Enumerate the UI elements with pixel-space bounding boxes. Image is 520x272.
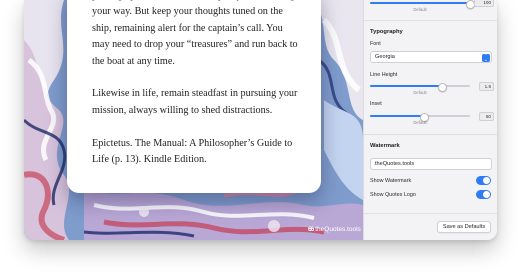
top-slider-reset[interactable]: Default <box>370 7 470 12</box>
watermark-text-input[interactable]: theQuotes.tools <box>370 158 492 170</box>
watermark-title: Watermark <box>370 143 400 149</box>
show-watermark-label: Show Watermark <box>370 178 412 184</box>
inset-slider-fill <box>370 115 424 117</box>
line-height-reset[interactable]: Default <box>370 90 470 95</box>
divider <box>364 20 497 21</box>
quote-attribution: Epictetus. The Manual: A Philosopher’s G… <box>92 137 293 166</box>
show-logo-toggle[interactable] <box>476 190 491 199</box>
font-select-value: Georgia <box>375 54 395 60</box>
top-slider[interactable] <box>370 0 475 9</box>
quote-paragraph-1: picking up some seashells and pretty sto… <box>92 0 298 67</box>
divider <box>364 213 497 214</box>
quotes-logo-icon: 66 <box>308 226 314 233</box>
show-watermark-toggle[interactable] <box>476 176 491 185</box>
line-height-value[interactable]: 1.6 <box>479 82 494 91</box>
typography-title: Typography <box>370 29 403 35</box>
font-label: Font <box>370 41 381 47</box>
line-height-label: Line Height <box>370 72 398 78</box>
quote-card: picking up some seashells and pretty sto… <box>67 0 321 193</box>
divider <box>364 134 497 135</box>
chevron-updown-icon: ⌃ ⌄ <box>482 52 490 63</box>
toggle-knob <box>483 191 490 198</box>
top-slider-fill <box>370 2 470 4</box>
top-slider-value[interactable]: 100 <box>474 0 494 7</box>
canvas-watermark-text: theQuotes.tools <box>315 226 361 233</box>
quote-paragraph-2: Likewise in life, remain steadfast in pu… <box>92 88 298 116</box>
inset-reset[interactable]: Default <box>370 120 470 125</box>
font-select[interactable]: Georgia ⌃ ⌄ <box>370 51 492 63</box>
toggle-knob <box>483 177 490 184</box>
canvas-watermark: 66 theQuotes.tools <box>308 226 361 233</box>
line-height-slider[interactable] <box>370 82 470 92</box>
inset-slider[interactable] <box>370 112 470 122</box>
line-height-slider-fill <box>370 85 442 87</box>
quote-canvas: picking up some seashells and pretty sto… <box>24 0 363 240</box>
inset-label: Inset <box>370 101 382 107</box>
show-logo-label: Show Quotes Logo <box>370 192 416 198</box>
inset-value[interactable]: 60 <box>479 112 494 121</box>
settings-sidebar: 100 Default Typography Font Georgia ⌃ ⌄ L… <box>363 0 497 240</box>
app-window: picking up some seashells and pretty sto… <box>24 0 497 240</box>
save-as-defaults-button[interactable]: Save as Defaults <box>437 221 491 233</box>
